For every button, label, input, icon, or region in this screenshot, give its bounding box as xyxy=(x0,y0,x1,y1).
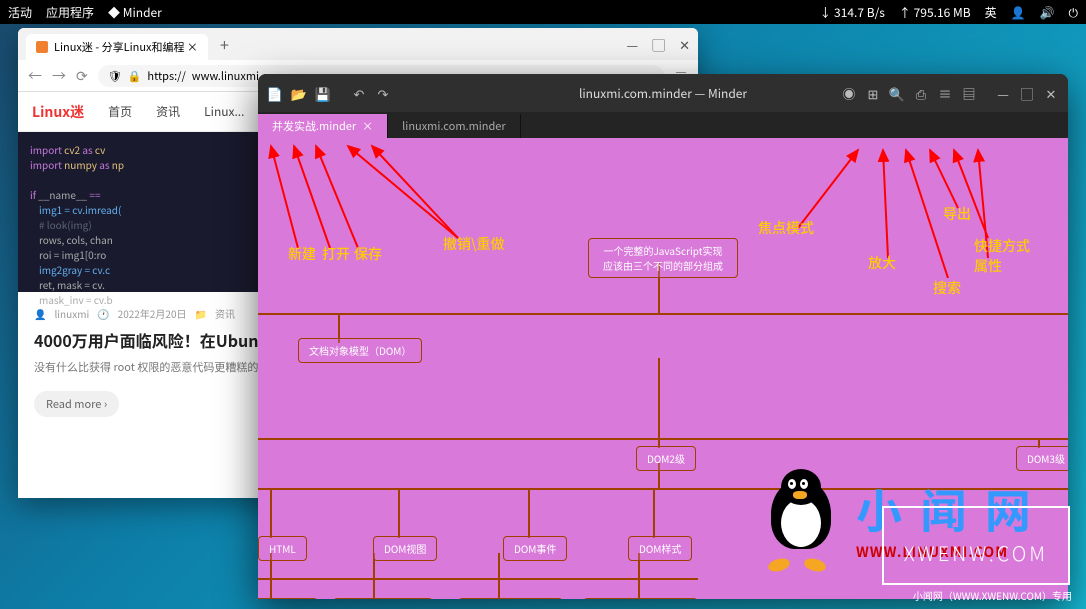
user-icon[interactable]: 👤 xyxy=(1011,4,1026,21)
folder-icon: 📁 xyxy=(195,306,207,321)
nav-home[interactable]: 首页 xyxy=(108,103,132,120)
mindmap-node[interactable]: HTML xyxy=(258,536,307,561)
edge xyxy=(270,488,272,538)
redo-button[interactable]: ↷ xyxy=(372,82,394,104)
volume-icon[interactable]: 🔊 xyxy=(1040,4,1055,21)
sidebar-toggle-button[interactable]: ▤ xyxy=(958,82,980,104)
edge xyxy=(498,553,500,599)
new-file-button[interactable]: 📄 xyxy=(264,82,286,104)
back-button[interactable]: ← xyxy=(28,66,42,86)
mindmap-node[interactable]: DOM样式 xyxy=(628,536,692,561)
input-method-indicator[interactable]: 英 xyxy=(985,4,997,21)
forward-button[interactable]: → xyxy=(52,66,66,86)
edge xyxy=(653,488,655,538)
edge xyxy=(258,313,1068,315)
tab-title: Linux迷 - 分享Linux和编程 × xyxy=(54,39,198,55)
mindmap-node[interactable]: DOM事件 xyxy=(503,536,567,561)
edge xyxy=(258,438,1068,440)
edge xyxy=(528,488,530,538)
annotation-label: 导出 xyxy=(943,204,971,224)
annotation-label: 属性 xyxy=(974,256,1002,276)
applications-button[interactable]: 应用程序 xyxy=(46,4,94,21)
gnome-topbar: 活动 应用程序 ◆ Minder ↓ 314.7 B/s ↑ 795.16 MB… xyxy=(0,0,1086,24)
mindmap-node[interactable]: 础上加以扩HTML的对象 xyxy=(258,598,318,599)
window-close-button[interactable]: ✕ xyxy=(679,35,690,54)
mindmap-node[interactable]: 定义了基于CSS为元素应用样式的接口 xyxy=(583,598,698,599)
annotation-label: 放大 xyxy=(868,253,896,273)
edge xyxy=(658,358,660,438)
read-more-button[interactable]: Read more › xyxy=(34,391,119,417)
shield-icon: 🛡 xyxy=(108,68,122,84)
watermark-overlay: XWENW.COM xyxy=(882,506,1070,585)
mindmap-node[interactable]: 定义了事件和事件处理的接口 xyxy=(458,598,563,599)
close-tab-icon[interactable]: × xyxy=(362,118,373,134)
mindmap-node[interactable]: DOM2级 xyxy=(636,446,696,471)
browser-tabstrip: Linux迷 - 分享Linux和编程 × + — ▢ ✕ xyxy=(18,28,698,60)
net-down-indicator: ↓ 314.7 B/s xyxy=(819,4,885,21)
app-indicator[interactable]: ◆ Minder xyxy=(108,4,162,21)
annotation-label: 快捷方式 xyxy=(974,236,1030,256)
nav-linux[interactable]: Linux... xyxy=(204,103,244,120)
annotation-label: 保存 xyxy=(354,244,382,264)
export-button[interactable]: ⎙ xyxy=(910,82,932,104)
zoom-button[interactable]: ⊞ xyxy=(862,82,884,104)
annotation-label: 新建 xyxy=(288,244,316,264)
search-button[interactable]: 🔍 xyxy=(886,82,908,104)
favicon-icon xyxy=(36,41,48,53)
mindmap-node[interactable]: 文档对象模型（DOM） xyxy=(298,338,422,363)
date-icon: 🕐 xyxy=(97,306,109,321)
minder-title: linuxmi.com.minder — Minder xyxy=(579,85,747,102)
annotation-label: 搜索 xyxy=(933,278,961,298)
url-prefix: https:// xyxy=(147,68,185,84)
annotation-label: 打开 xyxy=(322,244,350,264)
window-minimize-button[interactable]: — xyxy=(626,35,638,54)
window-maximize-button[interactable]: ▢ xyxy=(1016,82,1038,104)
annotation-label: 撤销\重做 xyxy=(443,234,504,254)
menu-button[interactable]: ≡ xyxy=(934,82,956,104)
activities-button[interactable]: 活动 xyxy=(8,4,32,21)
new-tab-button[interactable]: + xyxy=(214,32,235,56)
document-tab[interactable]: 并发实战.minder× xyxy=(258,114,388,138)
lock-icon: 🔒 xyxy=(128,68,142,84)
net-up-indicator: ↑ 795.16 MB xyxy=(899,4,971,21)
undo-button[interactable]: ↶ xyxy=(348,82,370,104)
window-minimize-button[interactable]: — xyxy=(992,82,1014,104)
window-maximize-button[interactable]: ▢ xyxy=(652,35,665,54)
site-logo[interactable]: Linux迷 xyxy=(32,102,84,122)
minder-tabbar: 并发实战.minder× linuxmi.com.minder xyxy=(258,112,1068,138)
tux-icon xyxy=(756,469,846,569)
edge xyxy=(258,578,698,580)
nav-news[interactable]: 资讯 xyxy=(156,103,180,120)
mindmap-node[interactable]: DOM视图 xyxy=(373,536,437,561)
document-tab[interactable]: linuxmi.com.minder xyxy=(388,114,521,138)
watermark-footer: 小闻网（WWW.XWENW.COM）专用 xyxy=(913,588,1072,603)
annotation-label: 焦点模式 xyxy=(758,218,814,238)
window-close-button[interactable]: ✕ xyxy=(1040,82,1062,104)
minder-headerbar: 📄 📂 💾 ↶ ↷ linuxmi.com.minder — Minder ◉ … xyxy=(258,74,1068,112)
open-file-button[interactable]: 📂 xyxy=(288,82,310,104)
mindmap-node-root[interactable]: 一个完整的JavaScript实现应该由三个不同的部分组成 xyxy=(588,238,738,278)
author-icon: 👤 xyxy=(34,306,46,321)
edge xyxy=(398,488,400,538)
reload-button[interactable]: ⟳ xyxy=(76,66,88,86)
power-icon[interactable]: ⏻ xyxy=(1069,4,1079,21)
save-file-button[interactable]: 💾 xyxy=(312,82,334,104)
browser-tab[interactable]: Linux迷 - 分享Linux和编程 × xyxy=(26,34,208,60)
mindmap-node[interactable]: 定义了跟踪不同文档视图的接口 xyxy=(333,598,433,599)
focus-mode-button[interactable]: ◉ xyxy=(838,82,860,104)
